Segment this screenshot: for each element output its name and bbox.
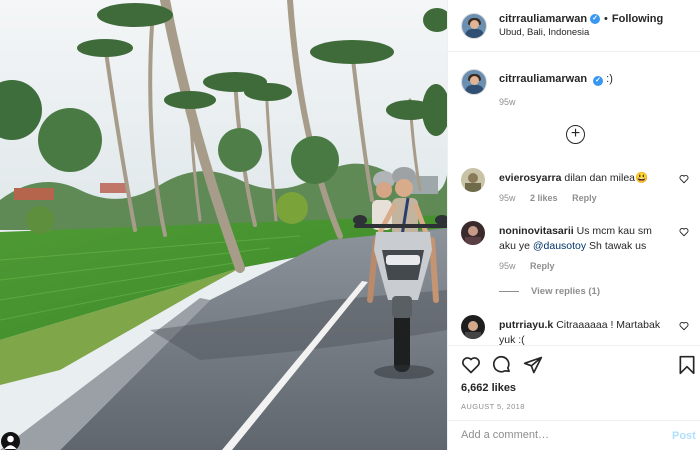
comment-text: evierosyarra dilan dan milea😃 xyxy=(499,171,671,186)
post-header: citrrauliamarwan ✓ • Following Ubud, Bal… xyxy=(448,0,700,52)
reply-button[interactable]: Reply xyxy=(530,261,555,271)
comment-timestamp[interactable]: 95w xyxy=(499,261,516,271)
avatar[interactable] xyxy=(461,315,485,339)
comments-list[interactable]: citrrauliamarwan ✓ :) 95w + evierosyarra… xyxy=(448,53,700,345)
caption-body: :) xyxy=(606,73,613,85)
post-photo[interactable] xyxy=(0,0,447,450)
paper-plane-icon[interactable] xyxy=(523,355,543,375)
comment-bubble-icon[interactable] xyxy=(492,355,512,375)
divider xyxy=(499,291,519,292)
load-more-comments-icon[interactable]: + xyxy=(566,125,585,144)
view-replies-label: View replies (1) xyxy=(531,286,600,297)
add-comment-bar: Post xyxy=(448,420,700,450)
post-date[interactable]: AUGUST 5, 2018 xyxy=(461,402,525,411)
reply-button[interactable]: Reply xyxy=(572,193,597,203)
caption-username[interactable]: citrrauliamarwan xyxy=(499,73,587,85)
post-location[interactable]: Ubud, Bali, Indonesia xyxy=(499,27,589,38)
separator-dot: • xyxy=(604,13,608,25)
avatar[interactable] xyxy=(461,221,485,245)
comment-body: dilan dan milea😃 xyxy=(564,172,649,184)
heart-icon[interactable] xyxy=(679,227,689,237)
comment-username[interactable]: noninovitasarii xyxy=(499,225,574,237)
post-comment-button[interactable]: Post xyxy=(672,430,696,442)
caption-timestamp[interactable]: 95w xyxy=(499,97,516,107)
scooter-rice-field-image xyxy=(0,0,447,450)
verified-badge-icon: ✓ xyxy=(593,76,604,86)
heart-icon[interactable] xyxy=(679,174,689,184)
comment-meta: 95w Reply xyxy=(499,261,567,271)
post-actions: 6,662 likes AUGUST 5, 2018 xyxy=(448,345,700,420)
user-tag-icon[interactable] xyxy=(1,432,20,450)
author-username[interactable]: citrrauliamarwan xyxy=(499,13,587,25)
avatar[interactable] xyxy=(461,69,487,95)
comment-text: noninovitasarii Us mcm kau sm aku ye @da… xyxy=(499,224,671,254)
comment-timestamp[interactable]: 95w xyxy=(499,193,516,203)
comment-username[interactable]: putrriayu.k xyxy=(499,319,553,331)
comment-username[interactable]: evierosyarra xyxy=(499,172,561,184)
comment-like-count[interactable]: 2 likes xyxy=(530,193,558,203)
like-count[interactable]: 6,662 likes xyxy=(461,382,516,394)
post-author-row: citrrauliamarwan ✓ • Following xyxy=(499,13,663,25)
comment-body-end: Sh tawak us xyxy=(586,240,647,252)
avatar[interactable] xyxy=(461,168,485,192)
comment-input[interactable] xyxy=(461,429,651,441)
bookmark-icon[interactable] xyxy=(677,355,697,375)
verified-badge-icon: ✓ xyxy=(590,14,601,24)
heart-icon[interactable] xyxy=(461,355,481,375)
heart-icon[interactable] xyxy=(679,321,689,331)
post-details-panel: citrrauliamarwan ✓ • Following Ubud, Bal… xyxy=(447,0,700,450)
comment-meta: 95w 2 likes Reply xyxy=(499,193,609,203)
caption-text: citrrauliamarwan ✓ :) xyxy=(499,73,613,86)
comment-text: putrriayu.k Citraaaaaa ! Martabak yuk :( xyxy=(499,318,671,345)
mention-link[interactable]: @dausotoy xyxy=(533,240,586,252)
following-button[interactable]: Following xyxy=(612,13,663,25)
avatar[interactable] xyxy=(461,13,487,39)
view-replies-button[interactable]: View replies (1) xyxy=(499,286,600,297)
